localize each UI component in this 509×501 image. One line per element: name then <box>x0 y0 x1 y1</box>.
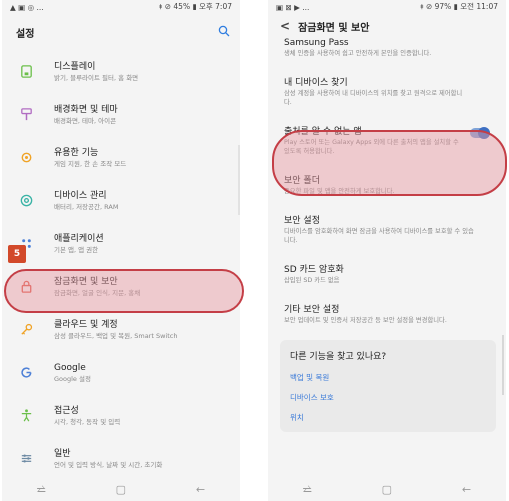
theme-icon <box>18 107 34 123</box>
item-description: 생체 인증을 사용하여 쉽고 안전하게 본인을 인증합니다. <box>284 50 432 57</box>
status-left: ▲ ▣ ◎ ... <box>10 3 44 12</box>
item-title: 보안 설정 <box>284 216 320 226</box>
status-right: ⯒ ⊘ 45% ▮ 오후 7:07 <box>159 2 232 11</box>
step-badge: 5 <box>8 245 26 263</box>
item-subtitle: 배경화면, 테마, 아이콘 <box>54 116 117 125</box>
item-title: 기타 보안 설정 <box>284 305 340 315</box>
settings-item-security-settings[interactable]: 보안 설정 디바이스를 암호화하여 화면 잠금을 사용하여 디바이스를 보호할 … <box>284 203 494 252</box>
item-title: SD 카드 암호화 <box>284 265 344 275</box>
item-title: Google <box>54 362 86 373</box>
navigation-bar: ⥨ ▢ ← <box>2 477 240 501</box>
settings-item-useful-features[interactable]: 유용한 기능 게임 지원, 한 손 조작 모드 <box>10 136 232 179</box>
scrollbar[interactable] <box>502 335 504 395</box>
item-subtitle: 밝기, 블루라이트 필터, 홈 화면 <box>54 73 139 82</box>
scrollbar[interactable] <box>238 145 240 215</box>
display-icon <box>18 64 34 80</box>
highlight-unknown-sources <box>272 130 507 196</box>
settings-list: 디스플레이 밝기, 블루라이트 필터, 홈 화면 배경화면 및 테마 배경화면,… <box>2 50 240 480</box>
settings-screen: ▲ ▣ ◎ ... ⯒ ⊘ 45% ▮ 오후 7:07 설정 디스플레이 밝기,… <box>2 0 240 501</box>
settings-item-theme[interactable]: 배경화면 및 테마 배경화면, 테마, 아이콘 <box>10 93 232 136</box>
settings-item-google[interactable]: Google Google 설정 <box>10 351 232 394</box>
item-description: 삽입된 SD 카드 없음 <box>284 277 340 284</box>
settings-item-samsung-pass[interactable]: Samsung Pass 생체 인증을 사용하여 쉽고 안전하게 본인을 인증합… <box>284 37 494 65</box>
settings-item-accessibility[interactable]: 접근성 시각, 청각, 동작 및 입력 <box>10 394 232 437</box>
settings-item-cloud-accounts[interactable]: 클라우드 및 계정 삼성 클라우드, 백업 및 복원, Smart Switch <box>10 308 232 351</box>
item-subtitle: 삼성 클라우드, 백업 및 복원, Smart Switch <box>54 331 178 340</box>
settings-item-find-my-device[interactable]: 내 디바이스 찾기 삼성 계정을 사용하여 내 디바이스의 위치를 찾고 원격으… <box>284 65 494 114</box>
item-description: 보안 업데이트 및 인증서 저장공간 등 보안 설정을 변경합니다. <box>284 317 447 324</box>
advanced-features-icon <box>18 150 34 166</box>
lock-screen-security-screen: ▣ ⊠ ▶ ... ⯒ ⊘ 97% ▮ 오전 11:07 < 잠금화면 및 보안… <box>268 0 506 501</box>
settings-item-display[interactable]: 디스플레이 밝기, 블루라이트 필터, 홈 화면 <box>10 50 232 93</box>
item-title: 일반 <box>54 448 71 459</box>
item-subtitle: 언어 및 입력 방식, 날짜 및 시간, 초기화 <box>54 460 163 469</box>
item-title: 유용한 기능 <box>54 147 99 158</box>
highlight-lock-screen-security <box>4 269 244 313</box>
page-title: 설정 <box>16 29 35 40</box>
device-care-icon <box>18 193 34 209</box>
item-subtitle: 배터리, 저장공간, RAM <box>54 202 119 211</box>
item-subtitle: 기본 앱, 앱 권한 <box>54 245 99 254</box>
item-title: 디바이스 관리 <box>54 190 107 201</box>
recent-apps-icon[interactable]: ⥨ <box>37 482 46 496</box>
item-subtitle: 시각, 청각, 동작 및 입력 <box>54 417 121 426</box>
item-title: 클라우드 및 계정 <box>54 319 118 330</box>
item-title: Samsung Pass <box>284 38 349 48</box>
settings-item-applications[interactable]: 애플리케이션 기본 앱, 앱 권한 <box>10 222 232 265</box>
settings-item-sd-card-encryption[interactable]: SD 카드 암호화 삽입된 SD 카드 없음 <box>284 252 494 292</box>
home-icon[interactable]: ▢ <box>116 483 126 496</box>
settings-item-general[interactable]: 일반 언어 및 입력 방식, 날짜 및 시간, 초기화 <box>10 437 232 480</box>
general-icon <box>18 451 34 467</box>
item-title: 내 디바이스 찾기 <box>284 78 348 88</box>
item-description: 삼성 계정을 사용하여 내 디바이스의 위치를 찾고 원격으로 제어합니다. <box>284 90 463 106</box>
help-title: 다른 기능을 찾고 있나요? <box>290 352 387 362</box>
home-icon[interactable]: ▢ <box>382 483 392 496</box>
search-icon[interactable] <box>218 25 230 40</box>
accessibility-icon <box>18 408 34 424</box>
status-left: ▣ ⊠ ▶ ... <box>276 3 310 12</box>
back-icon[interactable]: ← <box>462 483 471 496</box>
item-subtitle: Google 설정 <box>54 374 91 383</box>
status-bar: ▣ ⊠ ▶ ... ⯒ ⊘ 97% ▮ 오전 11:07 <box>268 0 506 15</box>
status-right: ⯒ ⊘ 97% ▮ 오전 11:07 <box>420 2 498 11</box>
item-title: 접근성 <box>54 405 79 416</box>
page-title: 잠금화면 및 보안 <box>298 22 370 34</box>
item-title: 배경화면 및 테마 <box>54 104 118 115</box>
settings-item-other-security[interactable]: 기타 보안 설정 보안 업데이트 및 인증서 저장공간 등 보안 설정을 변경합… <box>284 292 494 332</box>
item-title: 디스플레이 <box>54 61 96 72</box>
status-bar: ▲ ▣ ◎ ... ⯒ ⊘ 45% ▮ 오후 7:07 <box>2 0 240 15</box>
google-icon <box>18 365 34 381</box>
item-description: 디바이스를 암호화하여 화면 잠금을 사용하여 디바이스를 보호할 수 있습니다… <box>284 228 474 244</box>
item-subtitle: 게임 지원, 한 손 조작 모드 <box>54 159 127 168</box>
app-bar: < 잠금화면 및 보안 <box>268 15 506 37</box>
back-arrow-icon[interactable]: < <box>280 19 290 33</box>
item-title: 애플리케이션 <box>54 233 104 244</box>
help-link-device-protection[interactable]: 디바이스 보호 <box>290 392 486 403</box>
settings-item-device-care[interactable]: 디바이스 관리 배터리, 저장공간, RAM <box>10 179 232 222</box>
navigation-bar: ⥨ ▢ ← <box>268 477 506 501</box>
key-icon <box>18 322 34 338</box>
help-link-backup[interactable]: 백업 및 복원 <box>290 372 486 383</box>
help-link-location[interactable]: 위치 <box>290 412 486 423</box>
back-icon[interactable]: ← <box>196 483 205 496</box>
app-bar: 설정 <box>2 15 240 50</box>
help-suggestions-card: 다른 기능을 찾고 있나요? 백업 및 복원 디바이스 보호 위치 <box>280 340 496 432</box>
recent-apps-icon[interactable]: ⥨ <box>303 482 312 496</box>
